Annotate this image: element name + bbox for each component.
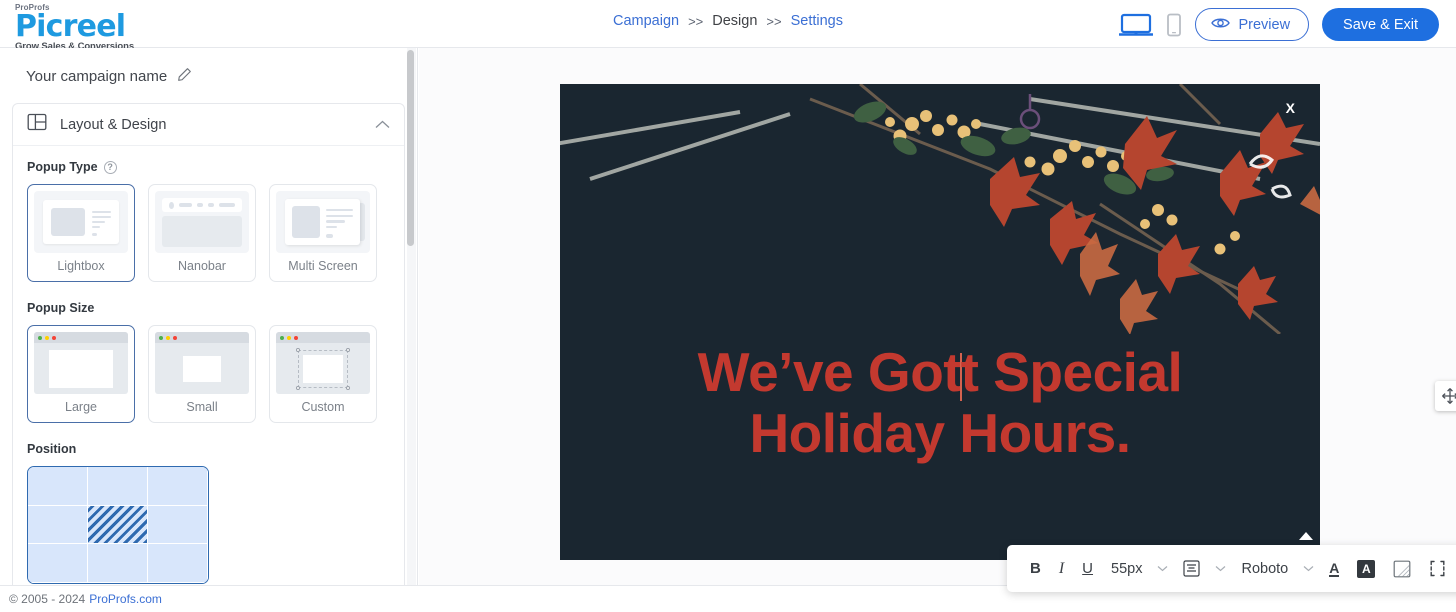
breadcrumb-separator: >> [766, 13, 782, 29]
text-color-icon: A [1329, 559, 1340, 577]
popup-preview[interactable]: X We’ve Gott Special Holiday Hours. [560, 84, 1320, 560]
align-center-icon[interactable] [1174, 554, 1209, 584]
background-color-button[interactable]: A [1348, 554, 1384, 584]
position-cell-top-right[interactable] [148, 467, 208, 506]
layout-icon [27, 112, 47, 137]
font-size-chevron-down-icon[interactable] [1151, 565, 1174, 572]
popup-size-option-large[interactable]: Large [27, 325, 135, 423]
position-cell-top-left[interactable] [28, 467, 88, 506]
position-label-text: Position [27, 442, 77, 456]
position-grid [27, 466, 209, 584]
border-brackets-icon[interactable] [1420, 554, 1455, 584]
popup-size-option-label: Custom [301, 400, 345, 414]
position-cell-center[interactable] [88, 505, 148, 545]
eye-icon [1211, 16, 1231, 34]
underline-button[interactable]: U [1073, 554, 1102, 584]
headline-text-part1: We’ve Got [697, 341, 962, 403]
campaign-name-label: Your campaign name [26, 68, 168, 85]
header-actions: Preview Save & Exit [1119, 8, 1439, 41]
popup-type-option-label: Nanobar [178, 259, 226, 273]
layout-and-design-panel-header[interactable]: Layout & Design [13, 104, 404, 146]
breadcrumb-item-design[interactable]: Design [712, 13, 757, 29]
popup-size-option-small[interactable]: Small [148, 325, 256, 423]
sidebar-scrollbar[interactable] [407, 48, 416, 585]
popup-size-options: Large Small Custom [13, 325, 404, 442]
lightbox-thumbnail [34, 191, 128, 253]
popup-type-option-multi-screen[interactable]: Multi Screen [269, 184, 377, 282]
multi-screen-thumbnail [276, 191, 370, 253]
popup-type-option-label: Multi Screen [288, 259, 358, 273]
popup-hero-image [560, 84, 1320, 334]
proprofs-link[interactable]: ProProfs.com [89, 592, 162, 606]
panel-title: Layout & Design [60, 116, 167, 133]
layout-and-design-panel-body: Popup Type ? Lightbox Nanobar Multi Scre… [13, 146, 404, 585]
popup-size-option-custom[interactable]: Custom [269, 325, 377, 423]
popup-size-option-label: Large [65, 400, 97, 414]
small-thumbnail [155, 332, 249, 394]
popup-type-label-text: Popup Type [27, 160, 98, 174]
popup-type-option-nanobar[interactable]: Nanobar [148, 184, 256, 282]
breadcrumb: Campaign >> Design >> Settings [613, 13, 843, 29]
mobile-view-icon[interactable] [1166, 13, 1182, 37]
headline-text-line2: Holiday Hours. [749, 402, 1131, 464]
large-thumbnail [34, 332, 128, 394]
preview-button-label: Preview [1238, 16, 1291, 33]
design-canvas: X We’ve Gott Special Holiday Hours. B I … [419, 48, 1456, 592]
font-family-value[interactable]: Roboto [1232, 554, 1297, 584]
breadcrumb-item-settings[interactable]: Settings [791, 13, 843, 29]
align-chevron-down-icon[interactable] [1209, 565, 1232, 572]
popup-type-option-label: Lightbox [57, 259, 105, 273]
help-icon[interactable]: ? [103, 160, 117, 174]
breadcrumb-item-campaign[interactable]: Campaign [613, 13, 679, 29]
position-cell-bottom-center[interactable] [88, 544, 148, 583]
popup-size-option-label: Small [186, 400, 218, 414]
italic-button[interactable]: I [1050, 554, 1073, 584]
position-cell-bottom-right[interactable] [148, 544, 208, 583]
save-and-exit-button[interactable]: Save & Exit [1322, 8, 1439, 41]
popup-close-icon[interactable]: X [1286, 100, 1295, 116]
position-section-label: Position [13, 442, 404, 466]
nanobar-thumbnail [155, 191, 249, 253]
preview-button[interactable]: Preview [1195, 8, 1310, 41]
app-header: ProProfs Picreel Grow Sales & Conversion… [0, 0, 1456, 52]
text-format-toolbar: B I U 55px Roboto A A [1007, 545, 1456, 592]
move-handle-icon[interactable] [1435, 381, 1456, 411]
brand-logo[interactable]: ProProfs Picreel Grow Sales & Conversion… [15, 3, 215, 52]
background-color-icon: A [1357, 559, 1376, 578]
bold-button[interactable]: B [1021, 554, 1050, 584]
desktop-view-icon[interactable] [1119, 13, 1154, 37]
popup-size-label-text: Popup Size [27, 301, 95, 315]
toolbar-pointer [1299, 532, 1313, 540]
logo-picreel-text: Picreel [15, 9, 126, 44]
position-cell-top-center[interactable] [88, 467, 148, 506]
opacity-gradient-icon[interactable] [1384, 554, 1420, 584]
sidebar-scrollbar-thumb[interactable] [407, 50, 414, 246]
position-cell-bottom-left[interactable] [28, 544, 88, 583]
position-cell-middle-right[interactable] [148, 505, 208, 545]
popup-size-section-label: Popup Size [13, 301, 404, 325]
design-sidebar: Your campaign name Layout & Design Popup… [0, 48, 418, 585]
copyright-text: © 2005 - 2024 [9, 592, 86, 606]
font-size-value[interactable]: 55px [1102, 554, 1151, 584]
headline-text-part2: t Special [960, 341, 1183, 403]
pencil-icon[interactable] [177, 67, 192, 86]
position-cell-middle-left[interactable] [28, 505, 88, 545]
popup-headline[interactable]: We’ve Gott Special Holiday Hours. [560, 342, 1320, 464]
custom-thumbnail [276, 332, 370, 394]
font-family-chevron-down-icon[interactable] [1297, 565, 1320, 572]
chevron-up-icon[interactable] [375, 116, 390, 134]
text-color-button[interactable]: A [1320, 554, 1348, 584]
popup-type-section-label: Popup Type ? [13, 160, 404, 184]
popup-type-option-lightbox[interactable]: Lightbox [27, 184, 135, 282]
popup-type-options: Lightbox Nanobar Multi Screen [13, 184, 404, 301]
breadcrumb-separator: >> [688, 13, 704, 29]
layout-and-design-panel: Layout & Design Popup Type ? Lightbox Na… [12, 103, 405, 585]
campaign-name-row[interactable]: Your campaign name [0, 48, 417, 86]
